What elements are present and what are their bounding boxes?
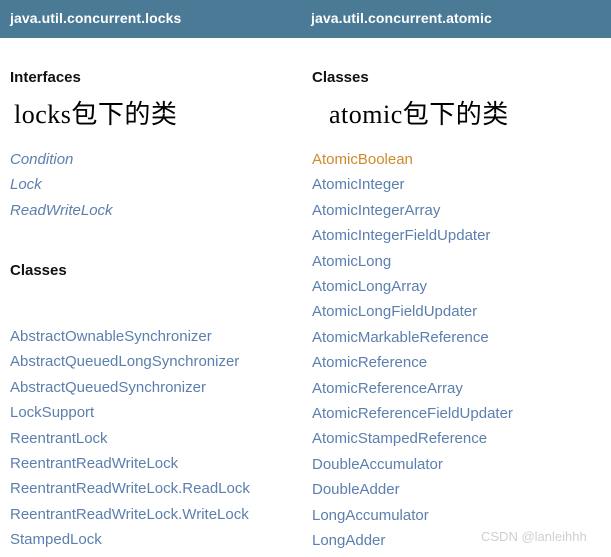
package-title-locks: java.util.concurrent.locks [10,10,182,26]
class-link-list-atomic: AtomicBoolean AtomicInteger AtomicIntegerA… [312,147,513,554]
type-link[interactable]: AtomicStampedReference [312,426,513,451]
section-heading-interfaces: Interfaces [10,69,81,86]
package-header-bar: java.util.concurrent.locks java.util.con… [0,0,611,38]
section-heading-classes-locks: Classes [10,262,67,279]
type-link[interactable]: AtomicLong [312,249,513,274]
type-link[interactable]: DoubleAdder [312,477,513,502]
type-link[interactable]: AtomicReferenceFieldUpdater [312,401,513,426]
overlay-caption-atomic: atomic包下的类 [329,100,509,129]
type-link[interactable]: AtomicLongFieldUpdater [312,299,513,324]
overlay-caption-locks: locks包下的类 [14,100,178,129]
type-link[interactable]: Lock [10,172,113,197]
type-link[interactable]: DoubleAccumulator [312,452,513,477]
type-link[interactable]: ReentrantReadWriteLock.ReadLock [10,476,250,501]
type-link[interactable]: AtomicReferenceArray [312,376,513,401]
type-link[interactable]: AtomicMarkableReference [312,325,513,350]
package-column-atomic: Classes atomic包下的类 AtomicBoolean AtomicIn… [301,38,601,557]
type-link[interactable]: AtomicLongArray [312,274,513,299]
type-link[interactable]: AbstractQueuedLongSynchronizer [10,349,250,374]
csdn-watermark: CSDN @lanleihhh [481,529,587,544]
type-link[interactable]: LongAccumulator [312,503,513,528]
type-link[interactable]: LockSupport [10,400,250,425]
type-link[interactable]: ReentrantReadWriteLock.WriteLock [10,502,250,527]
type-link[interactable]: AtomicIntegerArray [312,198,513,223]
interface-link-list-locks: Condition Lock ReadWriteLock [10,147,113,223]
type-link[interactable]: AbstractOwnableSynchronizer [10,324,250,349]
type-link[interactable]: StampedLock [10,527,250,552]
package-column-locks: Interfaces locks包下的类 Condition Lock ReadWr… [0,38,300,557]
type-link[interactable]: AbstractQueuedSynchronizer [10,375,250,400]
type-link[interactable]: AtomicReference [312,350,513,375]
section-heading-classes-atomic: Classes [312,69,369,86]
type-link[interactable]: ReadWriteLock [10,198,113,223]
type-link[interactable]: AtomicIntegerFieldUpdater [312,223,513,248]
type-link[interactable]: Condition [10,147,113,172]
package-title-atomic: java.util.concurrent.atomic [311,10,492,26]
type-link[interactable]: ReentrantLock [10,426,250,451]
type-link[interactable]: ReentrantReadWriteLock [10,451,250,476]
class-link-list-locks: AbstractOwnableSynchronizer AbstractQueue… [10,324,250,553]
type-link[interactable]: AtomicInteger [312,172,513,197]
type-link[interactable]: AtomicBoolean [312,147,513,172]
